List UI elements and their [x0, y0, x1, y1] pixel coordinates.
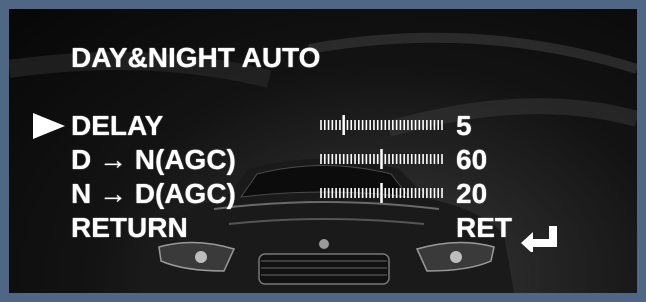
menu-item-delay[interactable]: DELAY — [71, 110, 163, 142]
osd-screen: DAY&NIGHT AUTO DELAY 5 D → N(AGC) 60 N →… — [9, 9, 637, 293]
menu-item-n-to-d-agc[interactable]: N → D(AGC) — [71, 178, 236, 210]
menu-item-d-to-n-agc[interactable]: D → N(AGC) — [71, 144, 236, 176]
menu-item-return[interactable]: RETURN — [71, 212, 188, 244]
menu-title: DAY&NIGHT AUTO — [71, 42, 321, 73]
n-to-d-agc-slider[interactable] — [319, 183, 444, 203]
selection-arrow-icon — [33, 113, 65, 139]
monitor-frame: DAY&NIGHT AUTO DELAY 5 D → N(AGC) 60 N →… — [0, 0, 646, 302]
delay-value: 5 — [456, 110, 472, 141]
d-to-n-agc-value: 60 — [456, 144, 488, 175]
ret-label[interactable]: RET — [456, 212, 512, 244]
delay-slider[interactable] — [319, 115, 444, 135]
n-to-d-agc-value: 20 — [456, 178, 488, 209]
d-to-n-agc-slider[interactable] — [319, 149, 444, 169]
enter-arrow-icon — [521, 226, 557, 252]
